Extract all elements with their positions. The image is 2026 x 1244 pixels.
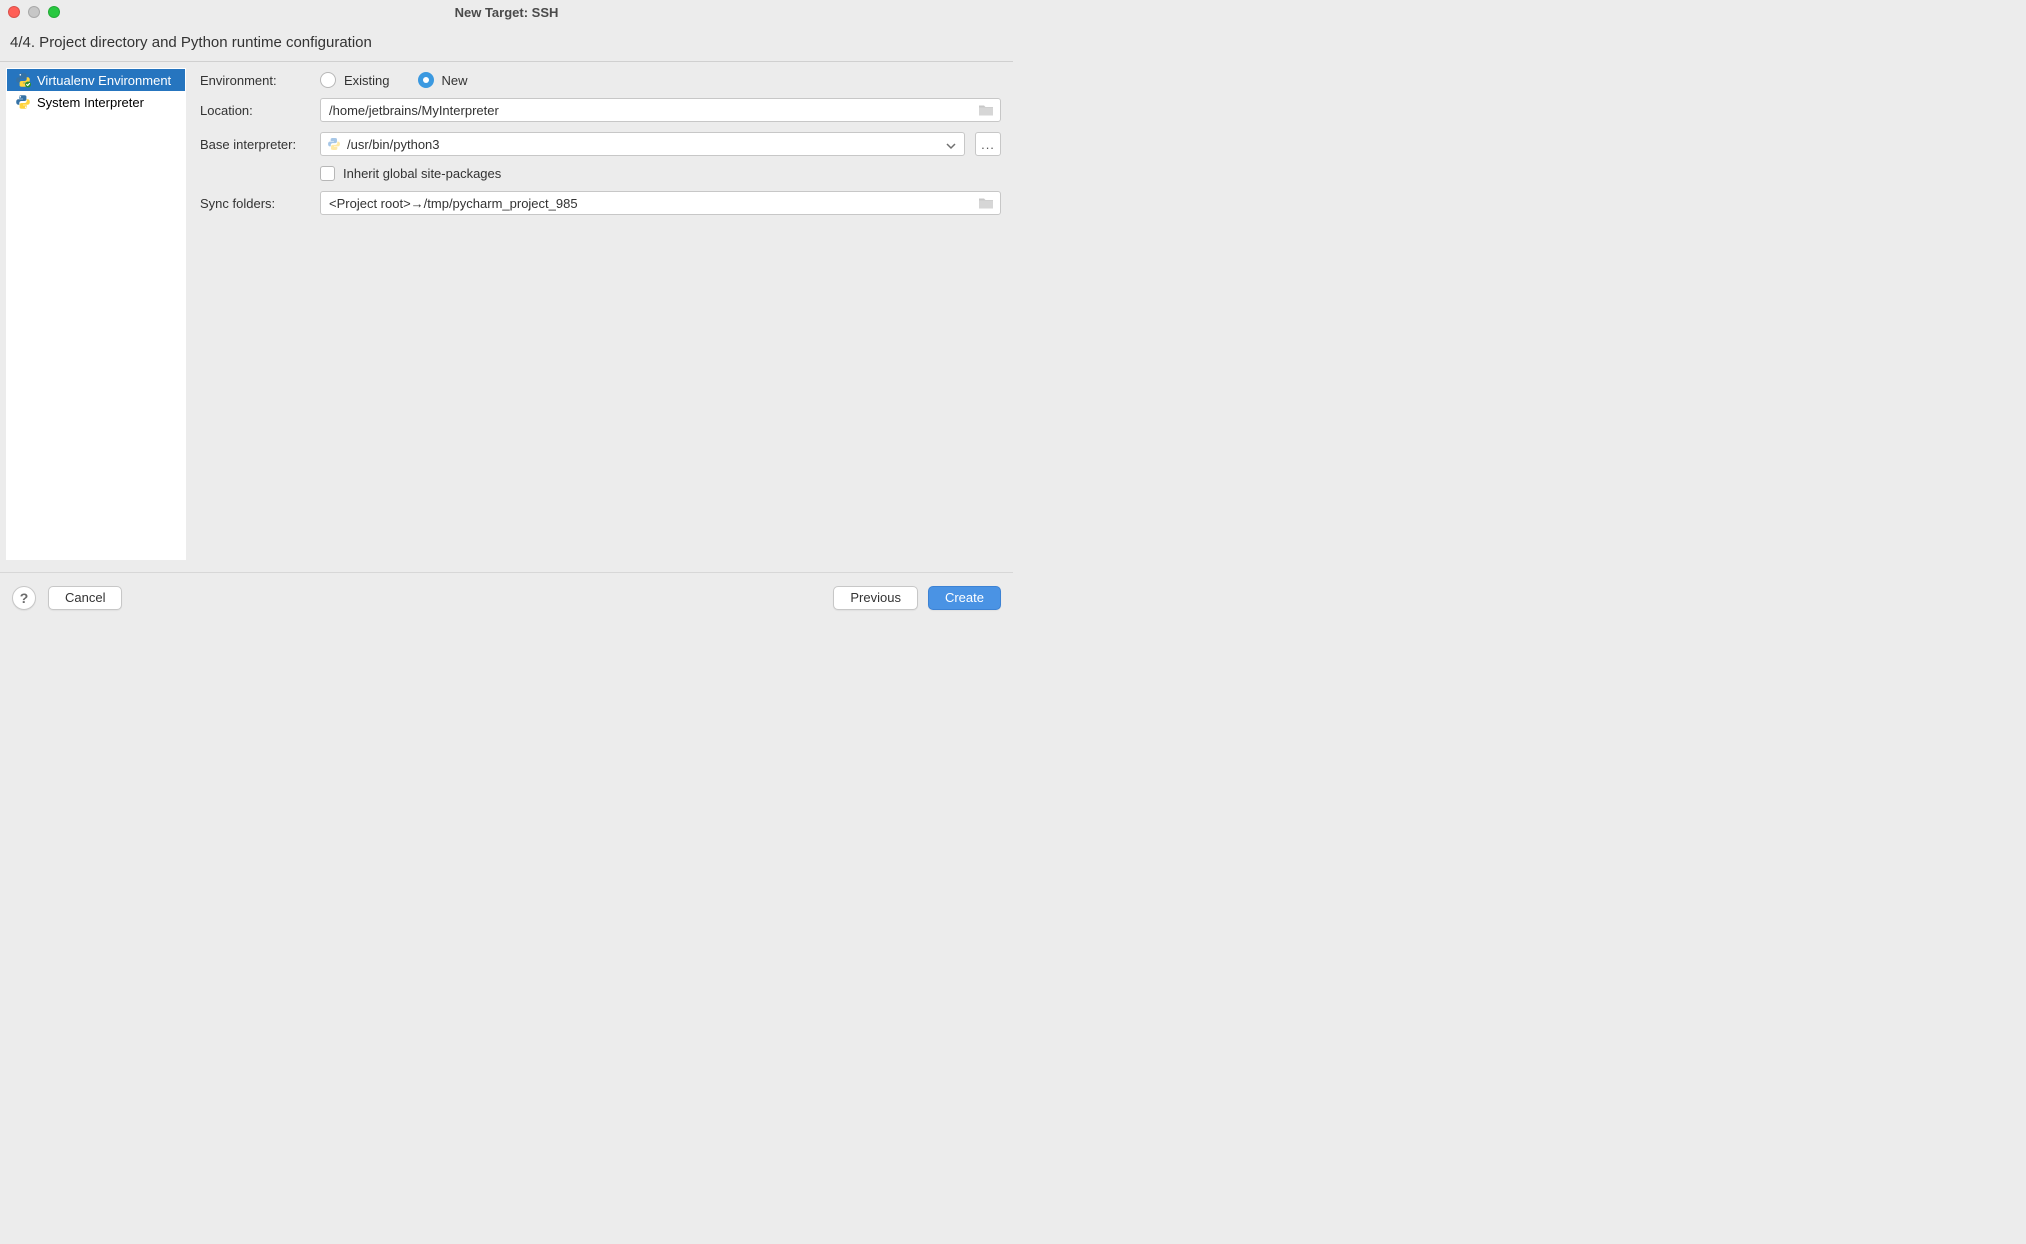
inherit-checkbox[interactable]: Inherit global site-packages [320,166,501,181]
previous-button[interactable]: Previous [833,586,918,610]
row-environment: Environment: Existing New [200,72,1001,88]
base-interpreter-value: /usr/bin/python3 [347,137,440,152]
python-virtualenv-icon [15,72,31,88]
location-input[interactable]: /home/jetbrains/MyInterpreter [320,98,1001,122]
label-base-interpreter: Base interpreter: [200,137,310,152]
form: Environment: Existing New Location: /ho [186,62,1013,566]
location-value: /home/jetbrains/MyInterpreter [329,103,499,118]
environment-radios: Existing New [320,72,468,88]
step-header: 4/4. Project directory and Python runtim… [0,24,1013,62]
sidebar-item-label: Virtualenv Environment [37,73,171,88]
checkbox-icon [320,166,335,181]
radio-icon [418,72,434,88]
row-inherit: Inherit global site-packages [200,166,1001,181]
main-area: Virtualenv Environment System Interprete… [0,62,1013,572]
row-sync-folders: Sync folders: <Project root>→/tmp/pychar… [200,191,1001,215]
radio-icon [320,72,336,88]
radio-new[interactable]: New [418,72,468,88]
label-location: Location: [200,103,310,118]
browse-folder-icon[interactable] [978,104,994,117]
radio-existing[interactable]: Existing [320,72,390,88]
python-icon [15,94,31,110]
label-environment: Environment: [200,73,310,88]
interpreter-type-sidebar: Virtualenv Environment System Interprete… [6,68,186,560]
button-label: Previous [850,590,901,605]
sync-folders-input[interactable]: <Project root>→/tmp/pycharm_project_985 [320,191,1001,215]
checkbox-label: Inherit global site-packages [343,166,501,181]
sidebar-item-label: System Interpreter [37,95,144,110]
create-button[interactable]: Create [928,586,1001,610]
radio-label: Existing [344,73,390,88]
python-icon [327,137,341,151]
titlebar: New Target: SSH [0,0,1013,24]
help-icon: ? [20,590,29,606]
sidebar-item-virtualenv[interactable]: Virtualenv Environment [7,69,185,91]
dialog-window: New Target: SSH 4/4. Project directory a… [0,0,1013,622]
window-controls [8,6,60,18]
close-icon[interactable] [8,6,20,18]
label-sync-folders: Sync folders: [200,196,310,211]
chevron-down-icon [946,139,956,149]
window-title: New Target: SSH [0,5,1013,20]
sync-folders-value: <Project root>→/tmp/pycharm_project_985 [329,196,578,211]
radio-label: New [442,73,468,88]
dialog-footer: ? Cancel Previous Create [0,572,1013,622]
help-button[interactable]: ? [12,586,36,610]
button-label: Cancel [65,590,105,605]
base-interpreter-combo[interactable]: /usr/bin/python3 [320,132,965,156]
cancel-button[interactable]: Cancel [48,586,122,610]
browse-interpreter-button[interactable]: ... [975,132,1001,156]
row-base-interpreter: Base interpreter: /usr/bin/python3 ... [200,132,1001,156]
button-label: Create [945,590,984,605]
minimize-icon[interactable] [28,6,40,18]
sidebar-item-system-interpreter[interactable]: System Interpreter [7,91,185,113]
maximize-icon[interactable] [48,6,60,18]
row-location: Location: /home/jetbrains/MyInterpreter [200,98,1001,122]
browse-folder-icon[interactable] [978,197,994,210]
